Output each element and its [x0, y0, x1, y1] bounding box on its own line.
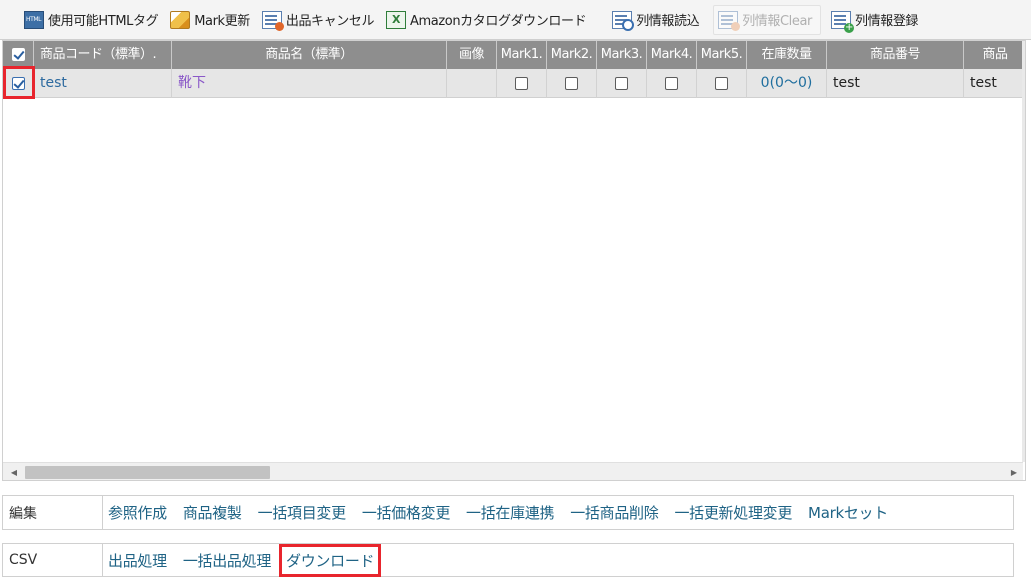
table-row[interactable]: test 靴下 0(0～0) test test	[3, 69, 1025, 98]
html-tags-button[interactable]: 使用可能HTMLタグ	[20, 5, 166, 35]
mark1-checkbox[interactable]	[515, 76, 528, 90]
mark2-checkbox[interactable]	[565, 76, 578, 90]
column-clear-button[interactable]: 列情報Clear	[713, 4, 822, 35]
mark-update-button[interactable]: Mark更新	[166, 5, 258, 35]
bulk-stock-sync-link[interactable]: 一括在庫連携	[466, 502, 555, 523]
row-select-checkbox[interactable]	[11, 76, 25, 90]
pencil-icon	[170, 10, 191, 29]
column-header-mark2[interactable]: Mark2.	[547, 41, 597, 69]
product-grid: 商品コード（標準）. 商品名（標準） 画像 Mark1. Mark2. Mark…	[2, 40, 1026, 481]
column-header-mark5[interactable]: Mark5.	[697, 41, 747, 69]
column-header-stock[interactable]: 在庫数量	[747, 41, 827, 69]
bulk-listing-process-link[interactable]: 一括出品処理	[183, 550, 272, 571]
bulk-update-process-link[interactable]: 一括更新処理変更	[674, 502, 792, 523]
csv-panel-label: CSV	[3, 544, 103, 576]
create-reference-link[interactable]: 参照作成	[108, 502, 167, 523]
column-header-mark4[interactable]: Mark4.	[647, 41, 697, 69]
cell-product-no: test	[827, 69, 964, 98]
excel-icon	[386, 10, 407, 29]
column-clear-label: 列情報Clear	[742, 14, 813, 29]
download-link[interactable]: ダウンロード	[279, 543, 382, 577]
cancel-listing-button[interactable]: 出品キャンセル	[258, 5, 382, 35]
mark3-checkbox[interactable]	[615, 76, 628, 90]
csv-panel-links: 出品処理 一括出品処理 ダウンロード	[103, 543, 397, 577]
column-load-button[interactable]: 列情報読込	[608, 5, 707, 35]
select-all-checkbox[interactable]	[11, 48, 25, 61]
bulk-delete-link[interactable]: 一括商品削除	[570, 502, 659, 523]
csv-panel: CSV 出品処理 一括出品処理 ダウンロード	[2, 543, 1014, 577]
cancel-listing-label: 出品キャンセル	[285, 14, 375, 29]
grid-header: 商品コード（標準）. 商品名（標準） 画像 Mark1. Mark2. Mark…	[3, 41, 1025, 69]
html-tags-label: 使用可能HTMLタグ	[48, 14, 159, 29]
cell-name[interactable]: 靴下	[172, 69, 447, 98]
horizontal-scrollbar[interactable]: ◀ ▶	[3, 462, 1023, 480]
scroll-left-icon[interactable]: ◀	[5, 463, 23, 480]
cell-image	[447, 69, 497, 98]
vertical-scrollbar[interactable]	[1022, 41, 1025, 462]
row-select-cell	[3, 69, 34, 98]
cell-product-extra: test	[970, 75, 997, 91]
column-header-product-extra[interactable]: 商品	[964, 41, 1025, 69]
select-all-header	[3, 41, 34, 69]
amazon-catalog-download-button[interactable]: Amazonカタログダウンロード	[382, 5, 594, 35]
listing-process-link[interactable]: 出品処理	[108, 550, 167, 571]
column-header-image[interactable]: 画像	[447, 41, 497, 69]
column-header-mark3[interactable]: Mark3.	[597, 41, 647, 69]
column-header-product-no[interactable]: 商品番号	[827, 41, 964, 69]
bulk-price-change-link[interactable]: 一括価格変更	[362, 502, 451, 523]
column-register-label: 列情報登録	[855, 14, 919, 29]
mark4-checkbox[interactable]	[665, 76, 678, 90]
cell-mark4	[647, 69, 697, 98]
edit-panel-label: 編集	[3, 496, 103, 529]
edit-panel: 編集 参照作成 商品複製 一括項目変更 一括価格変更 一括在庫連携 一括商品削除…	[2, 495, 1014, 530]
scroll-right-icon[interactable]: ▶	[1005, 463, 1023, 480]
cancel-listing-icon	[261, 10, 284, 31]
edit-panel-links: 参照作成 商品複製 一括項目変更 一括価格変更 一括在庫連携 一括商品削除 一括…	[103, 496, 904, 529]
cell-code[interactable]: test	[34, 69, 172, 98]
column-load-label: 列情報読込	[636, 14, 700, 29]
html-tag-icon	[24, 10, 44, 29]
column-header-code[interactable]: 商品コード（標準）.	[34, 41, 172, 69]
bulk-field-change-link[interactable]: 一括項目変更	[258, 502, 347, 523]
column-load-icon	[612, 10, 635, 31]
column-header-name[interactable]: 商品名（標準）	[172, 41, 447, 69]
mark5-checkbox[interactable]	[715, 76, 728, 90]
column-header-mark1[interactable]: Mark1.	[497, 41, 547, 69]
column-register-button[interactable]: 列情報登録	[827, 5, 926, 35]
amazon-catalog-download-label: Amazonカタログダウンロード	[410, 14, 587, 29]
column-register-icon	[831, 10, 855, 33]
cell-mark1	[497, 69, 547, 98]
toolbar: 使用可能HTMLタグ Mark更新 出品キャンセル Amazonカタログダウンロ…	[0, 0, 1031, 40]
cell-stock[interactable]: 0(0～0)	[747, 69, 827, 98]
column-clear-icon	[718, 10, 741, 31]
cell-mark2	[547, 69, 597, 98]
mark-update-label: Mark更新	[194, 14, 250, 29]
duplicate-product-link[interactable]: 商品複製	[183, 502, 242, 523]
cell-mark3	[597, 69, 647, 98]
mark-set-link[interactable]: Markセット	[808, 502, 888, 523]
horizontal-scroll-thumb[interactable]	[25, 466, 270, 479]
cell-mark5	[697, 69, 747, 98]
